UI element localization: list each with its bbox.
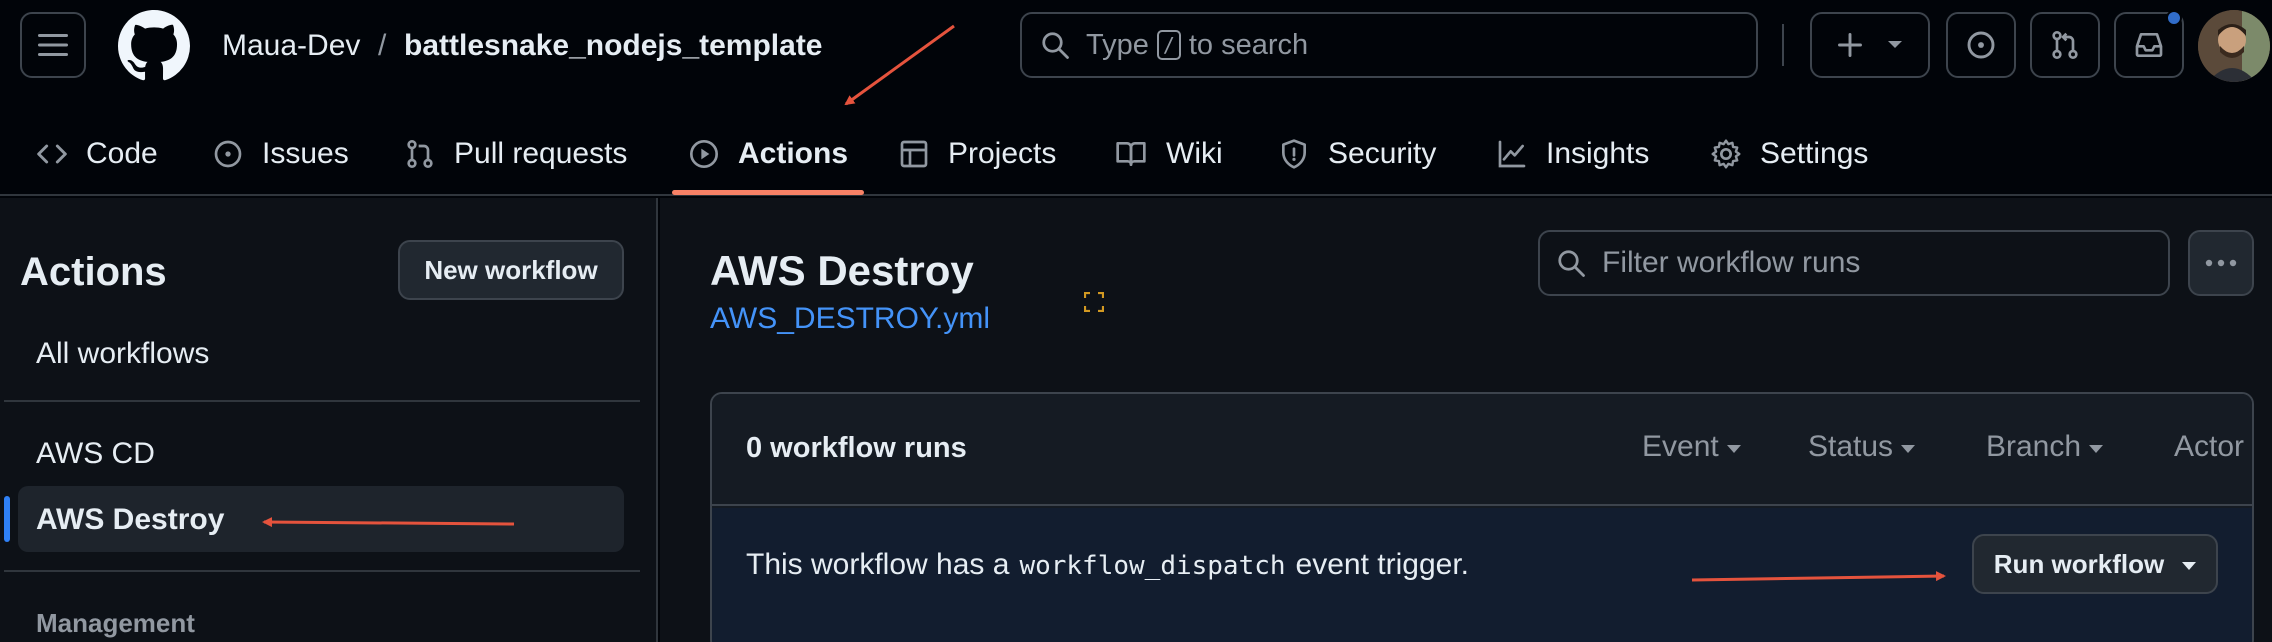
- user-avatar[interactable]: [2198, 10, 2270, 82]
- tab-insights[interactable]: Insights: [1496, 112, 1649, 196]
- avatar-image-icon: [2198, 10, 2270, 82]
- global-search-input[interactable]: Type / to search: [1020, 12, 1758, 78]
- header-divider: [1782, 24, 1784, 66]
- status-filter-dropdown[interactable]: Status: [1808, 430, 1916, 464]
- workflow-runs-count: 0 workflow runs: [746, 432, 967, 464]
- actions-sidebar: Actions New workflow All workflows AWS C…: [0, 198, 658, 642]
- inbox-icon: [2135, 33, 2163, 57]
- tab-actions[interactable]: Actions: [688, 112, 848, 196]
- pull-request-icon: [407, 140, 433, 168]
- tab-code-label: Code: [86, 137, 158, 170]
- tab-security[interactable]: Security: [1278, 112, 1436, 196]
- dispatch-message-prefix: This workflow has a: [746, 548, 1010, 581]
- pull-requests-button[interactable]: [2030, 12, 2100, 78]
- new-workflow-button[interactable]: New workflow: [398, 240, 624, 300]
- table-icon: [900, 140, 928, 168]
- code-icon: [37, 144, 67, 164]
- workflow-dispatch-banner: This workflow has a workflow_dispatch even…: [712, 508, 2252, 642]
- branch-filter-label: Branch: [1986, 430, 2082, 463]
- chevron-down-icon: [1888, 41, 1902, 48]
- tab-projects[interactable]: Projects: [898, 112, 1056, 196]
- search-placeholder-prefix: Type: [1086, 28, 1149, 61]
- search-shortcut-key: /: [1156, 30, 1181, 60]
- tab-wiki[interactable]: Wiki: [1114, 112, 1223, 196]
- repo-name-link[interactable]: battlesnake_nodejs_template: [404, 26, 823, 66]
- issue-icon: [1967, 31, 1995, 59]
- book-icon: [1116, 142, 1146, 166]
- tab-issues-label: Issues: [262, 137, 349, 170]
- more-options-button[interactable]: [2188, 230, 2254, 296]
- issue-icon: [214, 140, 242, 168]
- tab-security-label: Security: [1328, 137, 1437, 170]
- caret-down-icon: [1901, 445, 1916, 453]
- run-workflow-button[interactable]: Run workflow: [1972, 534, 2218, 594]
- sidebar-item-all-workflows[interactable]: All workflows: [36, 336, 209, 372]
- play-icon: [690, 140, 718, 168]
- sidebar-section-management: Management: [36, 608, 195, 638]
- active-item-marker: [4, 496, 10, 542]
- search-icon: [1042, 32, 1069, 59]
- sidebar-item-aws-destroy-label[interactable]: AWS Destroy: [36, 502, 224, 538]
- filter-workflow-runs-input[interactable]: [1602, 246, 2142, 280]
- notification-dot: [2166, 10, 2182, 26]
- plus-icon: [1838, 33, 1862, 57]
- workflow-file-link[interactable]: AWS_DESTROY.yml: [710, 302, 990, 336]
- workflow-runs-header: 0 workflow runs Event Status Branch Acto…: [712, 394, 2252, 506]
- search-placeholder: Type / to search: [1086, 29, 1308, 62]
- caret-down-icon: [1726, 445, 1741, 453]
- tab-issues[interactable]: Issues: [212, 112, 349, 196]
- caret-down-icon: [2182, 562, 2197, 570]
- create-new-button[interactable]: [1810, 12, 1930, 78]
- run-workflow-label: Run workflow: [1993, 548, 2165, 579]
- dispatch-event-code: workflow_dispatch: [1019, 551, 1286, 581]
- tab-actions-label: Actions: [738, 137, 849, 170]
- focus-corner-icon: [1084, 292, 1104, 312]
- search-placeholder-suffix: to search: [1188, 28, 1309, 61]
- workflow-main: AWS Destroy AWS_DESTROY.yml 0 workflow r…: [660, 198, 2272, 642]
- tab-projects-label: Projects: [948, 137, 1057, 170]
- sidebar-title: Actions: [20, 250, 167, 294]
- pull-request-icon: [2052, 31, 2078, 59]
- tab-wiki-label: Wiki: [1166, 137, 1223, 170]
- search-icon: [1558, 250, 1585, 277]
- menu-button[interactable]: [20, 12, 86, 78]
- status-filter-label: Status: [1808, 430, 1894, 463]
- repo-owner-link[interactable]: Maua-Dev: [222, 26, 360, 66]
- branch-filter-dropdown[interactable]: Branch: [1986, 430, 2104, 464]
- dispatch-message-suffix: event trigger.: [1295, 548, 1469, 581]
- tab-settings-label: Settings: [1760, 137, 1869, 170]
- sidebar-divider: [4, 400, 640, 402]
- breadcrumb-separator: /: [378, 29, 387, 62]
- caret-down-icon: [2089, 445, 2104, 453]
- github-logo-icon[interactable]: [118, 10, 190, 82]
- active-tab-indicator: [672, 190, 864, 195]
- tab-code[interactable]: Code: [36, 112, 158, 196]
- graph-icon: [1498, 140, 1526, 168]
- event-filter-label: Event: [1642, 430, 1719, 463]
- github-actions-page: Maua-Dev / battlesnake_nodejs_template T…: [0, 0, 2272, 642]
- shield-icon: [1282, 139, 1306, 169]
- tab-settings[interactable]: Settings: [1710, 112, 1868, 196]
- hamburger-icon: [38, 34, 68, 56]
- filter-workflow-runs-field[interactable]: [1538, 230, 2170, 296]
- workflow-title: AWS Destroy: [710, 247, 974, 294]
- event-filter-dropdown[interactable]: Event: [1642, 430, 1741, 464]
- workflow-runs-box: 0 workflow runs Event Status Branch Acto…: [710, 392, 2254, 642]
- tab-pull-requests[interactable]: Pull requests: [404, 112, 627, 196]
- sidebar-item-aws-cd[interactable]: AWS CD: [36, 436, 155, 472]
- actor-filter-label: Actor: [2174, 430, 2245, 463]
- kebab-horizontal-icon: [2205, 259, 2237, 267]
- issues-button[interactable]: [1946, 12, 2016, 78]
- actor-filter-dropdown[interactable]: Actor: [2174, 430, 2254, 464]
- tab-insights-label: Insights: [1546, 137, 1650, 170]
- caret-down-icon: [2252, 445, 2254, 453]
- tab-pull-requests-label: Pull requests: [454, 137, 628, 170]
- sidebar-divider: [4, 570, 640, 572]
- gear-icon: [1711, 139, 1741, 169]
- workflow-dispatch-message: This workflow has a workflow_dispatch even…: [746, 548, 1469, 582]
